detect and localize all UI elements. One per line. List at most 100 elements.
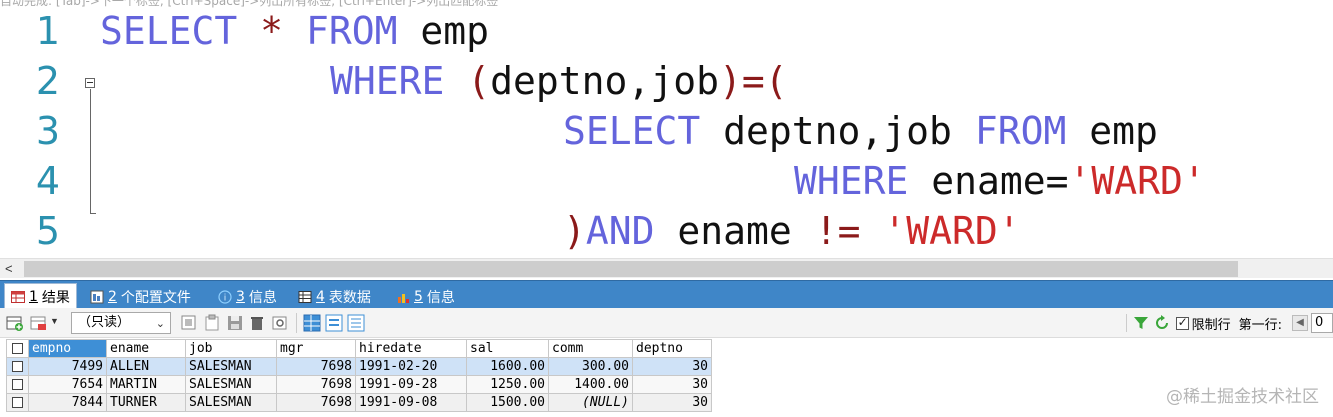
tab-profile[interactable]: 2 个配置文件 <box>84 284 197 309</box>
cell-empno[interactable]: 7654 <box>28 375 107 394</box>
table-row[interactable]: 7844 TURNER SALESMAN 7698 1991-09-08 150… <box>6 393 712 412</box>
cell-empno[interactable]: 7499 <box>28 357 107 376</box>
code-token: ename <box>654 209 815 253</box>
row-checkbox[interactable] <box>12 379 23 390</box>
row-checkbox[interactable] <box>12 361 23 372</box>
first-row-input[interactable]: 0 <box>1311 313 1333 333</box>
trash-icon[interactable] <box>248 314 266 332</box>
tab-table-data[interactable]: 4 表数据 <box>292 284 377 309</box>
table-data-icon <box>298 290 312 303</box>
table-icon <box>11 290 25 303</box>
column-header[interactable]: ename <box>106 339 186 358</box>
code-token: ) <box>563 209 586 253</box>
column-header[interactable]: empno <box>28 339 107 358</box>
scrollbar-thumb[interactable] <box>24 261 1238 277</box>
code-token: WHERE <box>794 159 909 203</box>
filter-icon[interactable] <box>1133 315 1149 331</box>
code-area[interactable]: SELECT * FROM emp WHERE (deptno,job)=( S… <box>100 6 1206 258</box>
cell-sal[interactable]: 1600.00 <box>466 357 549 376</box>
cell-empno[interactable]: 7844 <box>28 393 107 412</box>
tab-info[interactable]: i 3 信息 <box>212 284 283 309</box>
tab-number: 5 <box>414 288 423 305</box>
svg-text:i: i <box>224 293 227 303</box>
column-header[interactable]: job <box>185 339 277 358</box>
row-select-cell[interactable] <box>6 357 29 376</box>
tab-info-2[interactable]: 5 信息 <box>390 284 461 309</box>
line-number: 3 <box>35 109 60 153</box>
form-view-icon[interactable] <box>325 314 343 332</box>
sql-editor[interactable]: 自动完成: [Tab]->下一个标签, [Ctrl+Space]->列出所有标签… <box>0 0 1333 258</box>
readonly-select[interactable]: （只读） ⌄ <box>71 312 171 334</box>
code-token: != <box>814 209 861 253</box>
refresh-grid-icon[interactable] <box>271 314 289 332</box>
copy-row-icon[interactable] <box>180 314 198 332</box>
table-row[interactable]: 7499 ALLEN SALESMAN 7698 1991-02-20 1600… <box>6 357 712 376</box>
cell-job[interactable]: SALESMAN <box>185 357 277 376</box>
line-number: 1 <box>35 9 60 53</box>
info-icon: i <box>218 289 232 304</box>
cell-mgr[interactable]: 7698 <box>276 357 356 376</box>
cell-deptno[interactable]: 30 <box>632 393 712 412</box>
code-token: ename= <box>908 159 1069 203</box>
first-row-prev-arrow-icon[interactable]: ◀ <box>1292 315 1308 331</box>
scroll-left-arrow-icon[interactable]: < <box>5 261 13 276</box>
cell-ename[interactable]: TURNER <box>106 393 186 412</box>
row-checkbox[interactable] <box>12 397 23 408</box>
code-token: FROM <box>305 9 398 53</box>
toolbar-divider <box>1125 314 1127 332</box>
table-row[interactable]: 7654 MARTIN SALESMAN 7698 1991-09-28 125… <box>6 375 712 394</box>
row-select-cell[interactable] <box>6 393 29 412</box>
cell-job[interactable]: SALESMAN <box>185 375 277 394</box>
editor-horizontal-scrollbar[interactable]: < <box>0 258 1333 278</box>
column-header[interactable]: deptno <box>632 339 712 358</box>
code-token: deptno,job <box>490 59 719 103</box>
cell-deptno[interactable]: 30 <box>632 357 712 376</box>
cell-deptno[interactable]: 30 <box>632 375 712 394</box>
cell-sal[interactable]: 1500.00 <box>466 393 549 412</box>
cell-comm[interactable]: 1400.00 <box>548 375 633 394</box>
code-token: emp <box>1066 109 1158 153</box>
select-all-checkbox[interactable] <box>12 343 23 354</box>
cell-hiredate[interactable]: 1991-02-20 <box>355 357 467 376</box>
cell-comm[interactable]: 300.00 <box>548 357 633 376</box>
tab-label: 表数据 <box>328 289 371 306</box>
delete-row-icon[interactable] <box>30 314 48 332</box>
code-token: 'WARD' <box>883 209 1021 253</box>
column-header[interactable]: comm <box>548 339 633 358</box>
refresh-icon[interactable] <box>1154 315 1170 331</box>
fold-toggle-icon[interactable] <box>85 78 95 88</box>
grid-view-icon[interactable] <box>303 314 321 332</box>
cell-ename[interactable]: ALLEN <box>106 357 186 376</box>
code-line-1: SELECT * FROM emp <box>100 6 489 56</box>
code-token: )=( <box>718 59 788 103</box>
code-line-5: )AND ename != 'WARD' <box>563 206 1021 256</box>
column-header[interactable]: hiredate <box>355 339 467 358</box>
tab-number: 3 <box>236 288 245 305</box>
fold-guide-end <box>90 213 96 214</box>
tab-label: 个配置文件 <box>120 289 191 306</box>
paste-icon[interactable] <box>203 314 221 332</box>
cell-mgr[interactable]: 7698 <box>276 375 356 394</box>
cell-ename[interactable]: MARTIN <box>106 375 186 394</box>
column-header[interactable]: sal <box>466 339 549 358</box>
fold-guide-line <box>90 89 91 214</box>
tab-result[interactable]: 1 结果 <box>4 283 77 309</box>
row-select-cell[interactable] <box>6 375 29 394</box>
cell-mgr[interactable]: 7698 <box>276 393 356 412</box>
cell-job[interactable]: SALESMAN <box>185 393 277 412</box>
select-all-cell[interactable] <box>6 339 29 358</box>
line-number: 5 <box>35 209 60 253</box>
add-row-icon[interactable] <box>6 314 24 332</box>
chevron-down-icon[interactable]: ▼ <box>50 316 59 326</box>
cell-hiredate[interactable]: 1991-09-08 <box>355 393 467 412</box>
code-token: * <box>260 9 284 53</box>
cell-sal[interactable]: 1250.00 <box>466 375 549 394</box>
save-icon[interactable] <box>226 314 244 332</box>
limit-rows-checkbox[interactable] <box>1175 315 1189 330</box>
cell-comm[interactable]: (NULL) <box>548 393 633 412</box>
column-header[interactable]: mgr <box>276 339 356 358</box>
cell-hiredate[interactable]: 1991-09-28 <box>355 375 467 394</box>
text-view-icon[interactable] <box>347 314 365 332</box>
